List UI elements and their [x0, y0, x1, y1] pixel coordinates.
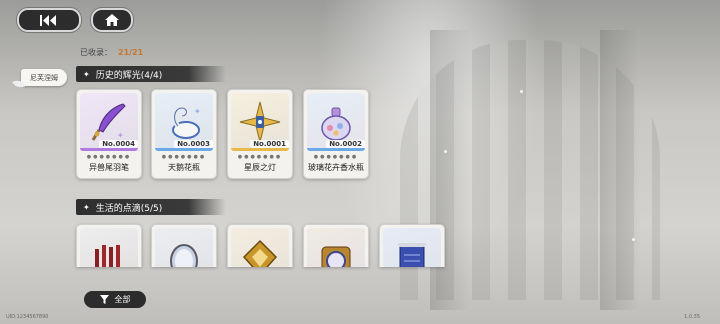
collection-counter: 已收录： 21/21 — [80, 47, 143, 58]
rarity-band — [155, 148, 213, 151]
back-icon — [40, 14, 56, 26]
section-header-life: ✦ 生活的点滴(5/5) — [76, 199, 226, 215]
collection-card[interactable]: No.0002 ●●●●●●● 玻璃花卉香水瓶 — [303, 89, 369, 179]
home-icon — [105, 14, 119, 26]
collection-card[interactable]: ✦ No.0003 ●●●●●●● 天鹅花瓶 — [151, 89, 217, 179]
dots-divider: ●●●●●●● — [86, 154, 132, 160]
rarity-band — [231, 148, 289, 151]
section-title: 历史的辉光(4/4) — [95, 70, 163, 81]
item-number: No.0003 — [174, 140, 213, 148]
scroll-icon — [383, 228, 441, 267]
collection-label: 已收录： — [80, 48, 112, 57]
rarity-band — [80, 148, 138, 151]
uid-text: UID:1234567890 — [6, 314, 49, 320]
background-pillar — [430, 30, 470, 310]
leaf-icon — [12, 77, 26, 91]
filter-button[interactable]: 全部 — [84, 291, 146, 308]
collection-card[interactable] — [76, 224, 142, 267]
character-tab-label: 尼芙涅姆 — [30, 73, 58, 82]
background-pillar — [600, 30, 640, 310]
section-title: 生活的点滴(5/5) — [95, 203, 163, 214]
sparkle-icon: ✦ — [83, 69, 90, 79]
version-text: 1.0.35 — [684, 314, 700, 320]
collection-card[interactable] — [227, 224, 293, 267]
character-tab[interactable]: 尼芙涅姆 — [12, 69, 67, 91]
item-number: No.0001 — [250, 140, 289, 148]
section-header-history: ✦ 历史的辉光(4/4) — [76, 66, 226, 82]
back-button[interactable] — [17, 8, 81, 32]
item-number: No.0002 — [326, 140, 365, 148]
sparkle-icon: ✦ — [83, 202, 90, 212]
collection-card[interactable] — [379, 224, 445, 267]
dots-divider: ●●●●●●● — [313, 154, 359, 160]
filter-icon — [99, 295, 109, 304]
golden-frame-icon — [231, 228, 289, 267]
sparkle — [444, 150, 447, 153]
crown-candles-icon — [80, 228, 138, 267]
collection-card[interactable] — [151, 224, 217, 267]
svg-text:✦: ✦ — [194, 107, 201, 116]
svg-text:✦: ✦ — [117, 131, 124, 140]
collection-card[interactable] — [303, 224, 369, 267]
rarity-band — [307, 148, 365, 151]
sparkle — [520, 90, 523, 93]
item-name: 玻璃花卉香水瓶 — [308, 163, 364, 172]
collection-card[interactable]: ✦ No.0004 ●●●●●●● 异兽尾羽笔 — [76, 89, 142, 179]
item-name: 星辰之灯 — [244, 163, 276, 172]
mirror-icon — [155, 228, 213, 267]
collection-count: 21/21 — [118, 48, 144, 57]
item-number: No.0004 — [99, 140, 138, 148]
filter-label: 全部 — [114, 295, 131, 304]
dots-divider: ●●●●●●● — [161, 154, 207, 160]
home-button[interactable] — [91, 8, 133, 32]
item-name: 天鹅花瓶 — [168, 163, 200, 172]
collection-card[interactable]: No.0001 ●●●●●●● 星辰之灯 — [227, 89, 293, 179]
ornate-clock-icon — [307, 228, 365, 267]
sparkle — [632, 238, 635, 241]
dots-divider: ●●●●●●● — [237, 154, 283, 160]
item-name: 异兽尾羽笔 — [89, 163, 129, 172]
